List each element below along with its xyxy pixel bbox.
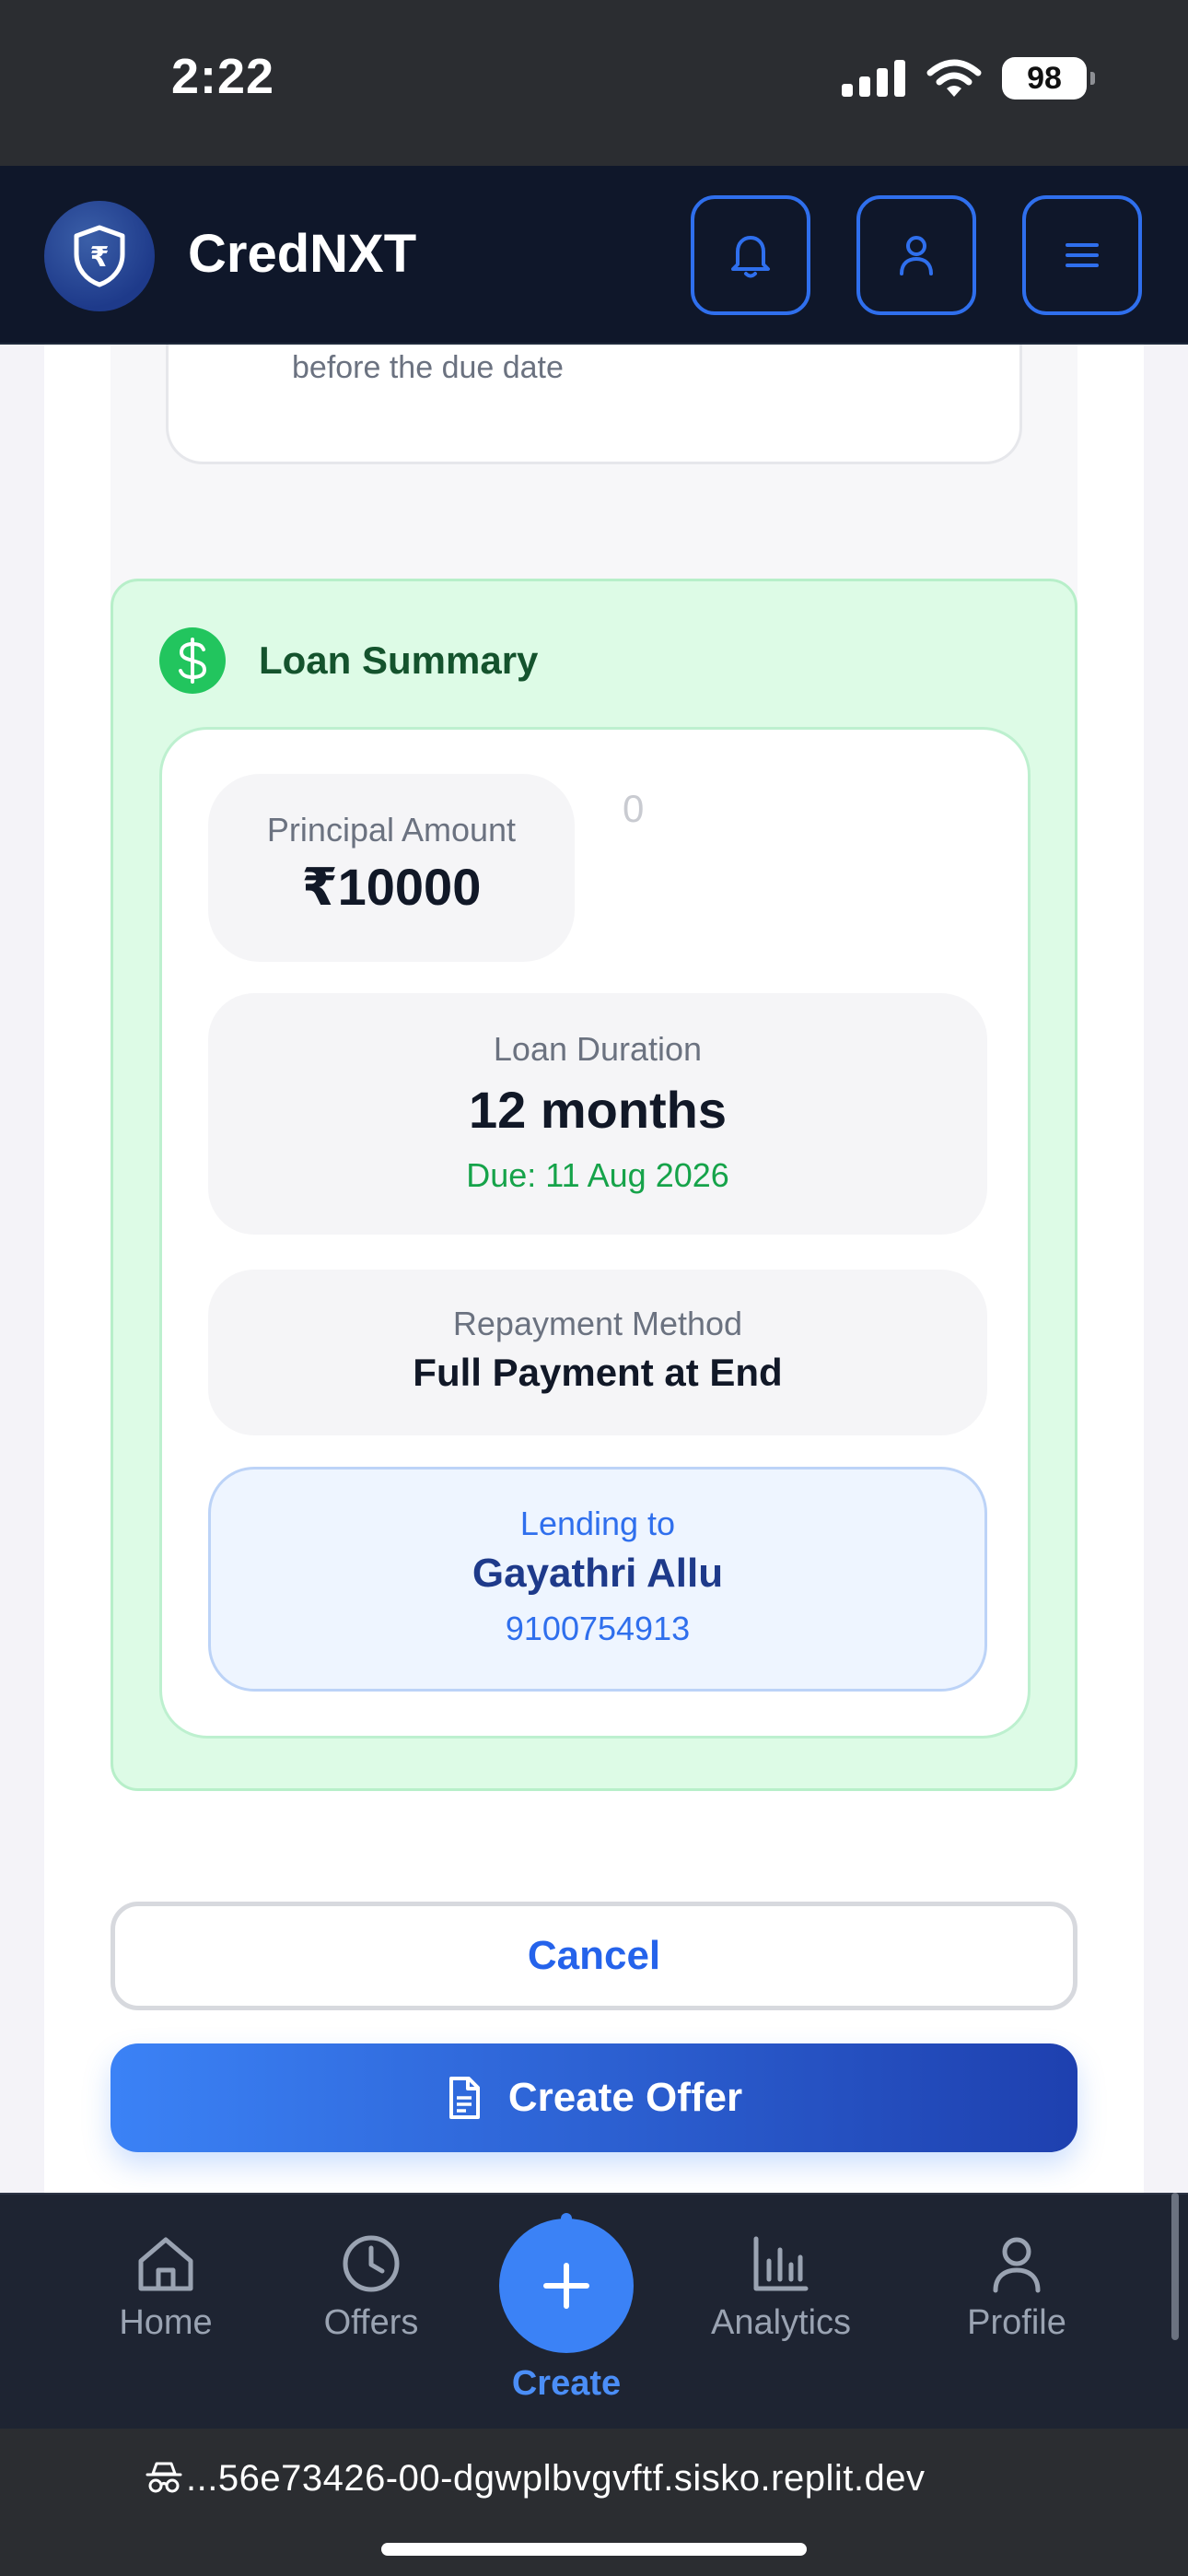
wifi-icon — [926, 59, 982, 97]
profile-icon — [993, 2237, 1041, 2293]
bar-chart-icon — [753, 2236, 809, 2291]
summary-details: Principal Amount ₹10000 0 Loan Duration … — [159, 727, 1031, 1739]
cancel-button[interactable]: Cancel — [111, 1902, 1077, 2010]
nav-home[interactable]: Home — [74, 2231, 258, 2343]
duration-value: 12 months — [468, 1081, 728, 1139]
document-icon — [448, 2077, 480, 2119]
battery-indicator: 98 — [1002, 57, 1095, 100]
nav-profile[interactable]: Profile — [925, 2231, 1109, 2343]
nav-offers[interactable]: Offers — [279, 2231, 463, 2343]
browser-url-bar[interactable]: ...56e73426-00-dgwplbvgvftf.sisko.replit… — [0, 2429, 1188, 2576]
url-text[interactable]: ...56e73426-00-dgwplbvgvftf.sisko.replit… — [146, 2458, 925, 2500]
loan-duration-box: Loan Duration 12 months Due: 11 Aug 2026 — [208, 993, 987, 1235]
url-value: ...56e73426-00-dgwplbvgvftf.sisko.replit… — [186, 2458, 926, 2499]
status-time: 2:22 — [171, 49, 275, 104]
menu-icon — [1066, 243, 1099, 267]
loan-summary-card: Loan Summary Principal Amount ₹10000 0 L… — [111, 579, 1077, 1791]
bottom-nav: Home Offers Create Analytics Profile — [0, 2193, 1188, 2429]
bell-icon — [731, 236, 770, 278]
nav-profile-label: Profile — [967, 2303, 1066, 2342]
home-indicator[interactable] — [381, 2543, 807, 2556]
principal-label: Principal Amount — [266, 811, 517, 849]
status-bar: 2:22 98 — [0, 0, 1188, 166]
menu-button[interactable] — [1022, 195, 1142, 315]
lending-to-box: Lending to Gayathri Allu 9100754913 — [208, 1467, 987, 1692]
repayment-method-box: Repayment Method Full Payment at End — [208, 1270, 987, 1435]
shield-rupee-icon: ₹ — [74, 225, 125, 287]
create-offer-button[interactable]: Create Offer — [111, 2043, 1077, 2152]
app-brand: CredNXT — [188, 224, 417, 284]
borrower-name: Gayathri Allu — [472, 1551, 724, 1596]
borrower-phone: 9100754913 — [505, 1610, 691, 1647]
stray-value: 0 — [623, 787, 645, 830]
nav-home-label: Home — [119, 2303, 213, 2342]
scrollbar[interactable] — [1171, 2193, 1179, 2340]
clock-icon — [343, 2235, 400, 2292]
due-date: Due: 11 Aug 2026 — [466, 1156, 729, 1194]
logo[interactable]: ₹ — [44, 201, 155, 311]
account-button[interactable] — [856, 195, 976, 315]
dollar-icon — [159, 627, 226, 694]
nav-analytics[interactable]: Analytics — [689, 2231, 873, 2343]
principal-value: ₹10000 — [301, 858, 482, 916]
notifications-button[interactable] — [691, 195, 810, 315]
method-value: Full Payment at End — [413, 1351, 783, 1394]
nav-offers-label: Offers — [323, 2303, 419, 2342]
partial-repayment-option[interactable]: Allow the borrower to make partial repay… — [166, 345, 1022, 464]
duration-label: Loan Duration — [493, 1030, 703, 1068]
lending-label: Lending to — [519, 1505, 676, 1542]
option-description: Allow the borrower to make partial repay… — [292, 350, 564, 385]
incognito-icon — [146, 2462, 182, 2493]
main-content[interactable]: Allow the borrower to make partial repay… — [44, 345, 1144, 2193]
nav-create-label[interactable]: Create — [474, 2364, 658, 2404]
create-fab-button[interactable] — [499, 2219, 634, 2353]
create-offer-label: Create Offer — [507, 2075, 743, 2120]
principal-amount-box: Principal Amount ₹10000 — [208, 774, 575, 962]
status-icons: 98 — [842, 57, 1095, 100]
home-icon — [138, 2237, 193, 2291]
summary-title: Loan Summary — [259, 638, 539, 682]
nav-analytics-label: Analytics — [710, 2303, 852, 2342]
logo-symbol: ₹ — [90, 241, 110, 274]
cellular-signal-icon — [842, 60, 905, 97]
method-label: Repayment Method — [452, 1305, 743, 1342]
user-icon — [900, 236, 933, 275]
app-header: ₹ CredNXT — [0, 166, 1188, 345]
plus-icon — [543, 2263, 589, 2309]
